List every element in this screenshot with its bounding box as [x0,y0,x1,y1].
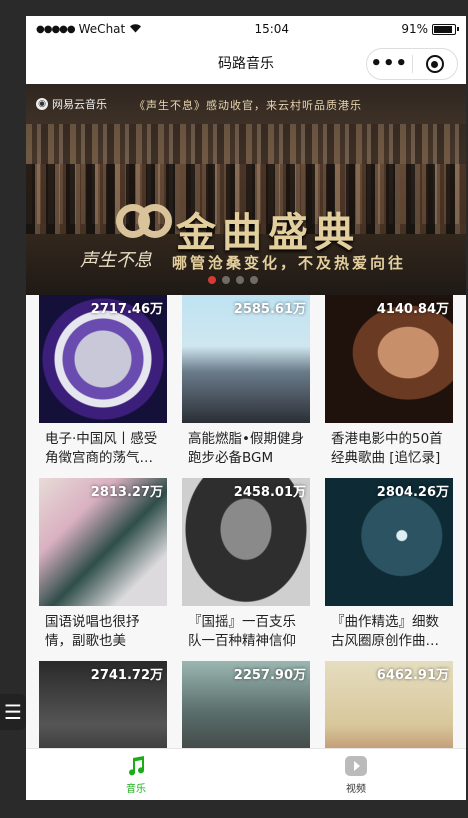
mini-program-capsule: ••• [366,48,458,80]
playlist-cover-image: 2585.61万 [182,295,310,423]
video-play-icon [344,755,368,777]
status-time: 15:04 [254,22,290,36]
close-mini-program-button[interactable] [412,55,457,73]
playlist-card[interactable]: 2717.46万电子·中国风丨感受角徵宫商的荡气回肠 [39,295,167,478]
status-left: ●●●●● WeChat [36,22,142,36]
infinity-logo-icon [116,204,172,240]
banner-carousel[interactable]: ◉ 网易云音乐 《声生不息》感动收官，来云村听品质港乐 声生不息 金曲盛典 哪管… [26,84,466,295]
playlist-card[interactable]: 2585.61万高能燃脂•假期健身跑步必备BGM [182,295,310,478]
side-menu-button[interactable]: ☰ [0,694,26,730]
play-count: 2741.72万 [90,668,163,683]
play-count: 6462.91万 [376,668,449,683]
play-count: 2804.26万 [376,485,449,500]
carrier-label: WeChat [78,22,126,36]
carousel-dot[interactable] [236,276,244,284]
banner-brand: ◉ 网易云音乐 [36,96,107,112]
tab-video[interactable]: 视频 [246,749,466,800]
tab-music[interactable]: 音乐 [26,749,246,800]
playlist-cover-image: 4140.84万 [325,295,453,423]
banner-brand-label: 网易云音乐 [52,98,107,111]
tab-video-label: 视频 [346,783,366,795]
carousel-indicator [208,276,258,284]
playlist-card[interactable]: 2458.01万『国摇』一百支乐队一百种精神信仰 [182,478,310,661]
battery-percent: 91% [401,22,428,36]
carousel-dot[interactable] [208,276,216,284]
playlist-card[interactable]: 4140.84万香港电影中的50首经典歌曲 [追忆录] [325,295,453,478]
playlist-cover-image: 2804.26万 [325,478,453,606]
battery-fill [434,25,453,33]
playlist-title: 电子·中国风丨感受角徵宫商的荡气回肠 [45,431,158,466]
playlist-cover-image: 2717.46万 [39,295,167,423]
navigation-bar: 码路音乐 ••• [26,42,466,84]
signal-icon: ●●●●● [36,23,76,35]
banner-slogan: 哪管沧桑变化，不及热爱向往 [172,254,407,272]
banner-subtitle: 声生不息 [80,250,152,271]
play-count: 2813.27万 [90,485,163,500]
wifi-icon [129,22,142,36]
page-title: 码路音乐 [218,56,274,72]
playlist-title: 高能燃脂•假期健身跑步必备BGM [188,431,304,466]
playlist-grid: 2717.46万电子·中国风丨感受角徵宫商的荡气回肠2585.61万高能燃脂•假… [26,295,466,800]
playlist-title: 国语说唱也很抒情，副歌也美 [45,614,140,649]
playlist-cover-image: 2458.01万 [182,478,310,606]
playlist-cover-image: 2813.27万 [39,478,167,606]
playlist-title: 香港电影中的50首经典歌曲 [追忆录] [331,431,443,466]
play-count: 4140.84万 [376,302,449,317]
phone-screen: ●●●●● WeChat 15:04 91% 码路音乐 ••• ◉ 网易云音乐 [26,16,466,800]
playlist-card[interactable]: 2813.27万国语说唱也很抒情，副歌也美 [39,478,167,661]
play-count: 2717.46万 [90,302,163,317]
tab-music-label: 音乐 [126,783,146,795]
netease-logo-icon: ◉ [36,98,48,110]
playlist-title: 『国摇』一百支乐队一百种精神信仰 [188,614,296,649]
playlist-card[interactable]: 2804.26万『曲作精选』细数古风圈原创作曲大神 [325,478,453,661]
music-note-icon [124,755,148,777]
banner-tagline: 《声生不息》感动收官，来云村听品质港乐 [134,99,362,112]
status-bar: ●●●●● WeChat 15:04 91% [26,16,466,42]
play-count: 2458.01万 [233,485,306,500]
tab-bar: 音乐 视频 [26,748,466,800]
target-icon [425,55,444,73]
play-count: 2257.90万 [233,668,306,683]
battery-icon [432,23,459,35]
playlist-title: 『曲作精选』细数古风圈原创作曲大神 [331,614,439,649]
status-right: 91% [401,22,459,36]
more-options-button[interactable]: ••• [367,55,412,73]
carousel-dot[interactable] [222,276,230,284]
banner-headline: 金曲盛典 [176,209,360,256]
play-count: 2585.61万 [233,302,306,317]
carousel-dot[interactable] [250,276,258,284]
